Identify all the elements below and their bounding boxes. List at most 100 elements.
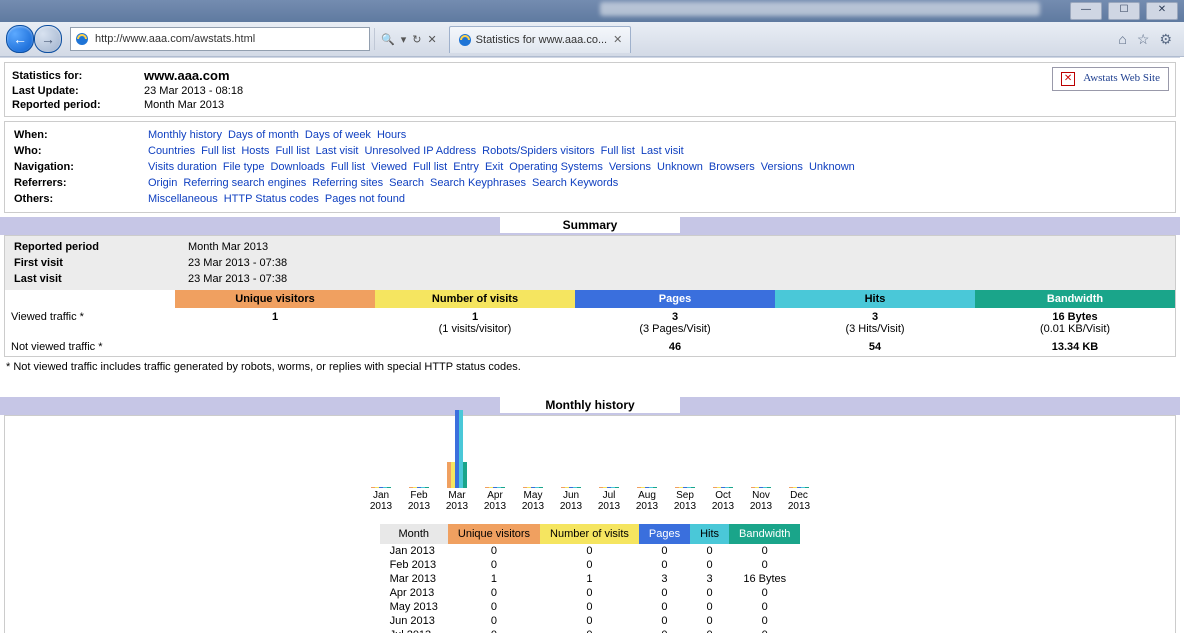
address-bar[interactable]: [70, 27, 370, 51]
broken-image-icon: ✕: [1061, 72, 1075, 86]
bar: [805, 487, 809, 488]
nav-link[interactable]: Referring sites: [312, 177, 383, 189]
nav-link[interactable]: Full list: [413, 161, 447, 173]
notviewed-uv: [175, 338, 375, 356]
nav-link[interactable]: Last visit: [316, 145, 359, 157]
col-number-of-visits: Number of visits: [375, 290, 575, 308]
nav-link[interactable]: Last visit: [641, 145, 684, 157]
viewed-uv: 1: [175, 308, 375, 338]
nav-link[interactable]: Versions: [761, 161, 803, 173]
table-cell: 0: [540, 544, 639, 558]
bar: [387, 487, 391, 488]
sum-last-visit-value: 23 Mar 2013 - 07:38: [187, 272, 288, 286]
nav-link[interactable]: Browsers: [709, 161, 755, 173]
toolbar: ← → 🔍 ▾ ↻ ✕ Statistics for www.aaa.co...…: [0, 22, 1184, 57]
month-label: Dec2013: [788, 490, 810, 512]
url-input[interactable]: [93, 32, 365, 46]
col-bandwidth: Bandwidth: [975, 290, 1175, 308]
window-minimize-button[interactable]: —: [1070, 2, 1102, 20]
stats-for-label: Statistics for:: [11, 67, 143, 84]
table-cell: 0: [448, 586, 540, 600]
nav-link[interactable]: Referring search engines: [183, 177, 306, 189]
mtab-col-pg: Pages: [639, 524, 690, 544]
month-label: Apr2013: [484, 490, 506, 512]
back-button[interactable]: ←: [6, 25, 34, 53]
forward-button[interactable]: →: [34, 25, 62, 53]
nav-link[interactable]: Operating Systems: [509, 161, 603, 173]
stats-for-value: www.aaa.com: [143, 67, 244, 84]
last-update-label: Last Update:: [11, 84, 143, 98]
search-icon[interactable]: 🔍: [381, 33, 395, 46]
nav-link[interactable]: Days of week: [305, 129, 371, 141]
nav-link[interactable]: Unknown: [657, 161, 703, 173]
month-bar-group: Nov2013: [748, 408, 774, 512]
nav-link[interactable]: Visits duration: [148, 161, 217, 173]
nav-link[interactable]: Full list: [275, 145, 309, 157]
monthly-table: Month Unique visitors Number of visits P…: [380, 524, 801, 633]
tab-close-icon[interactable]: ✕: [613, 33, 622, 46]
nav-link[interactable]: File type: [223, 161, 265, 173]
table-cell: 0: [639, 558, 690, 572]
nav-link[interactable]: HTTP Status codes: [224, 193, 319, 205]
month-bar-group: Jan2013: [368, 408, 394, 512]
dropdown-icon[interactable]: ▾: [401, 33, 407, 46]
nav-link[interactable]: Pages not found: [325, 193, 405, 205]
viewed-traffic-label: Viewed traffic *: [5, 308, 175, 338]
nav-link[interactable]: Full list: [331, 161, 365, 173]
tab-active[interactable]: Statistics for www.aaa.co... ✕: [449, 26, 632, 53]
month-label: Feb2013: [408, 490, 430, 512]
nav-link[interactable]: Miscellaneous: [148, 193, 218, 205]
nav-link[interactable]: Full list: [601, 145, 635, 157]
nav-link[interactable]: Hours: [377, 129, 406, 141]
monthly-section-bar: Monthly history: [0, 397, 1180, 415]
home-icon[interactable]: ⌂: [1118, 31, 1126, 48]
nav-link[interactable]: Viewed: [371, 161, 407, 173]
table-cell: 0: [690, 614, 729, 628]
awstats-badge[interactable]: ✕ Awstats Web Site: [1052, 67, 1169, 91]
nav-link[interactable]: Full list: [201, 145, 235, 157]
month-bar-group: Apr2013: [482, 408, 508, 512]
nav-links-box: When:Monthly historyDays of monthDays of…: [4, 121, 1176, 213]
month-bar-group: Feb2013: [406, 408, 432, 512]
table-cell: 3: [639, 572, 690, 586]
month-label: Jun2013: [560, 490, 582, 512]
summary-footnote: * Not viewed traffic includes traffic ge…: [0, 357, 1180, 377]
table-cell: 0: [540, 614, 639, 628]
nav-link[interactable]: Search: [389, 177, 424, 189]
table-cell: Mar 2013: [380, 572, 448, 586]
nav-link[interactable]: Versions: [609, 161, 651, 173]
refresh-icon[interactable]: ↻: [412, 33, 421, 46]
table-cell: 3: [690, 572, 729, 586]
gear-icon[interactable]: ⚙: [1159, 31, 1172, 48]
table-cell: 0: [690, 600, 729, 614]
nav-link[interactable]: Hosts: [241, 145, 269, 157]
nav-link[interactable]: Origin: [148, 177, 177, 189]
table-cell: 16 Bytes: [729, 572, 800, 586]
col-hits: Hits: [775, 290, 975, 308]
nav-link[interactable]: Entry: [453, 161, 479, 173]
nav-link[interactable]: Countries: [148, 145, 195, 157]
table-cell: 0: [690, 558, 729, 572]
nav-link[interactable]: Search Keyphrases: [430, 177, 526, 189]
mtab-col-month: Month: [380, 524, 448, 544]
nav-link[interactable]: Monthly history: [148, 129, 222, 141]
nav-link[interactable]: Search Keywords: [532, 177, 618, 189]
col-unique-visitors: Unique visitors: [175, 290, 375, 308]
window-maximize-button[interactable]: ☐: [1108, 2, 1140, 20]
notviewed-pg: 46: [575, 338, 775, 356]
nav-link[interactable]: Exit: [485, 161, 503, 173]
stop-icon[interactable]: ✕: [427, 33, 436, 46]
table-cell: Jun 2013: [380, 614, 448, 628]
header-box: ✕ Awstats Web Site Statistics for: www.a…: [4, 62, 1176, 117]
mtab-col-hi: Hits: [690, 524, 729, 544]
summary-section-bar: Summary: [0, 217, 1180, 235]
favorites-icon[interactable]: ☆: [1137, 31, 1150, 48]
nav-link[interactable]: Unknown: [809, 161, 855, 173]
nav-link[interactable]: Days of month: [228, 129, 299, 141]
table-cell: 0: [729, 544, 800, 558]
nav-link[interactable]: Downloads: [270, 161, 324, 173]
nav-link[interactable]: Unresolved IP Address: [364, 145, 476, 157]
table-cell: Feb 2013: [380, 558, 448, 572]
window-close-button[interactable]: ✕: [1146, 2, 1178, 20]
nav-link[interactable]: Robots/Spiders visitors: [482, 145, 595, 157]
